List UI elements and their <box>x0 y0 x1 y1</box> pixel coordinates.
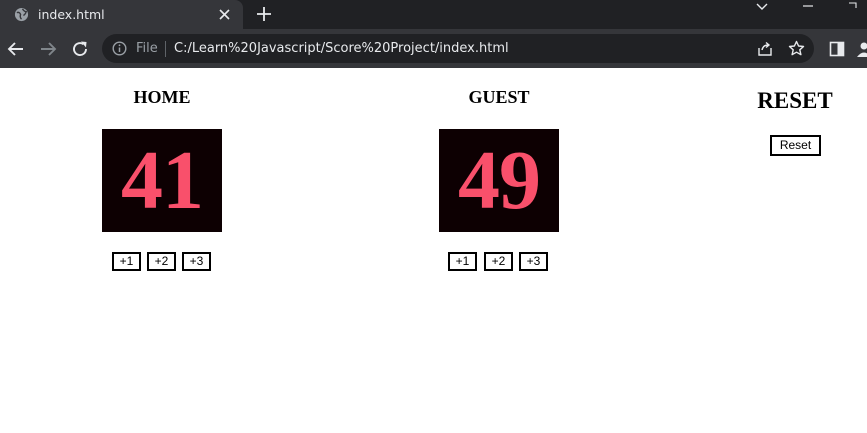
share-icon[interactable] <box>757 40 774 57</box>
chevron-down-icon <box>756 3 768 10</box>
url-text[interactable]: C:/Learn%20Javascript/Score%20Project/in… <box>174 41 509 56</box>
close-tab-icon[interactable] <box>218 8 231 21</box>
tab-index-html[interactable]: index.html <box>0 0 243 29</box>
guest-score-display: 49 <box>439 129 559 232</box>
bookmark-star-icon[interactable] <box>788 40 805 57</box>
reset-title: RESET <box>757 88 833 113</box>
home-score-display: 41 <box>102 129 222 232</box>
guest-add-3-button[interactable]: +3 <box>519 252 548 271</box>
tab-title: index.html <box>38 7 105 22</box>
browser-toolbar: File C:/Learn%20Javascript/Score%20Proje… <box>0 29 867 68</box>
back-arrow-icon[interactable] <box>7 40 25 58</box>
reload-icon[interactable] <box>71 40 89 58</box>
profile-avatar-icon[interactable] <box>855 40 867 58</box>
tab-search-button[interactable] <box>742 0 782 29</box>
home-title: HOME <box>133 87 191 107</box>
file-scheme-label: File <box>136 41 158 56</box>
tab-strip: index.html <box>0 0 867 29</box>
maximize-button[interactable] <box>833 0 867 29</box>
home-add-1-button[interactable]: +1 <box>112 252 141 271</box>
address-bar[interactable]: File C:/Learn%20Javascript/Score%20Proje… <box>102 34 814 63</box>
new-tab-icon[interactable] <box>256 6 272 22</box>
side-panel-icon[interactable] <box>829 41 845 57</box>
guest-title: GUEST <box>468 87 530 107</box>
guest-add-1-button[interactable]: +1 <box>448 252 477 271</box>
address-divider <box>165 41 166 57</box>
minimize-icon <box>803 5 813 7</box>
minimize-button[interactable] <box>788 0 828 29</box>
reset-button[interactable]: Reset <box>770 135 821 156</box>
globe-icon <box>14 7 29 22</box>
info-icon[interactable] <box>112 41 127 56</box>
page-content: HOME 41 +1 +2 +3 GUEST 49 +1 +2 +3 RESET… <box>0 68 867 433</box>
guest-score: 49 <box>458 134 541 227</box>
home-add-2-button[interactable]: +2 <box>147 252 176 271</box>
home-add-3-button[interactable]: +3 <box>182 252 211 271</box>
forward-arrow-icon[interactable] <box>39 40 57 58</box>
restore-icon <box>849 2 857 8</box>
home-score: 41 <box>121 134 204 227</box>
guest-add-2-button[interactable]: +2 <box>484 252 513 271</box>
